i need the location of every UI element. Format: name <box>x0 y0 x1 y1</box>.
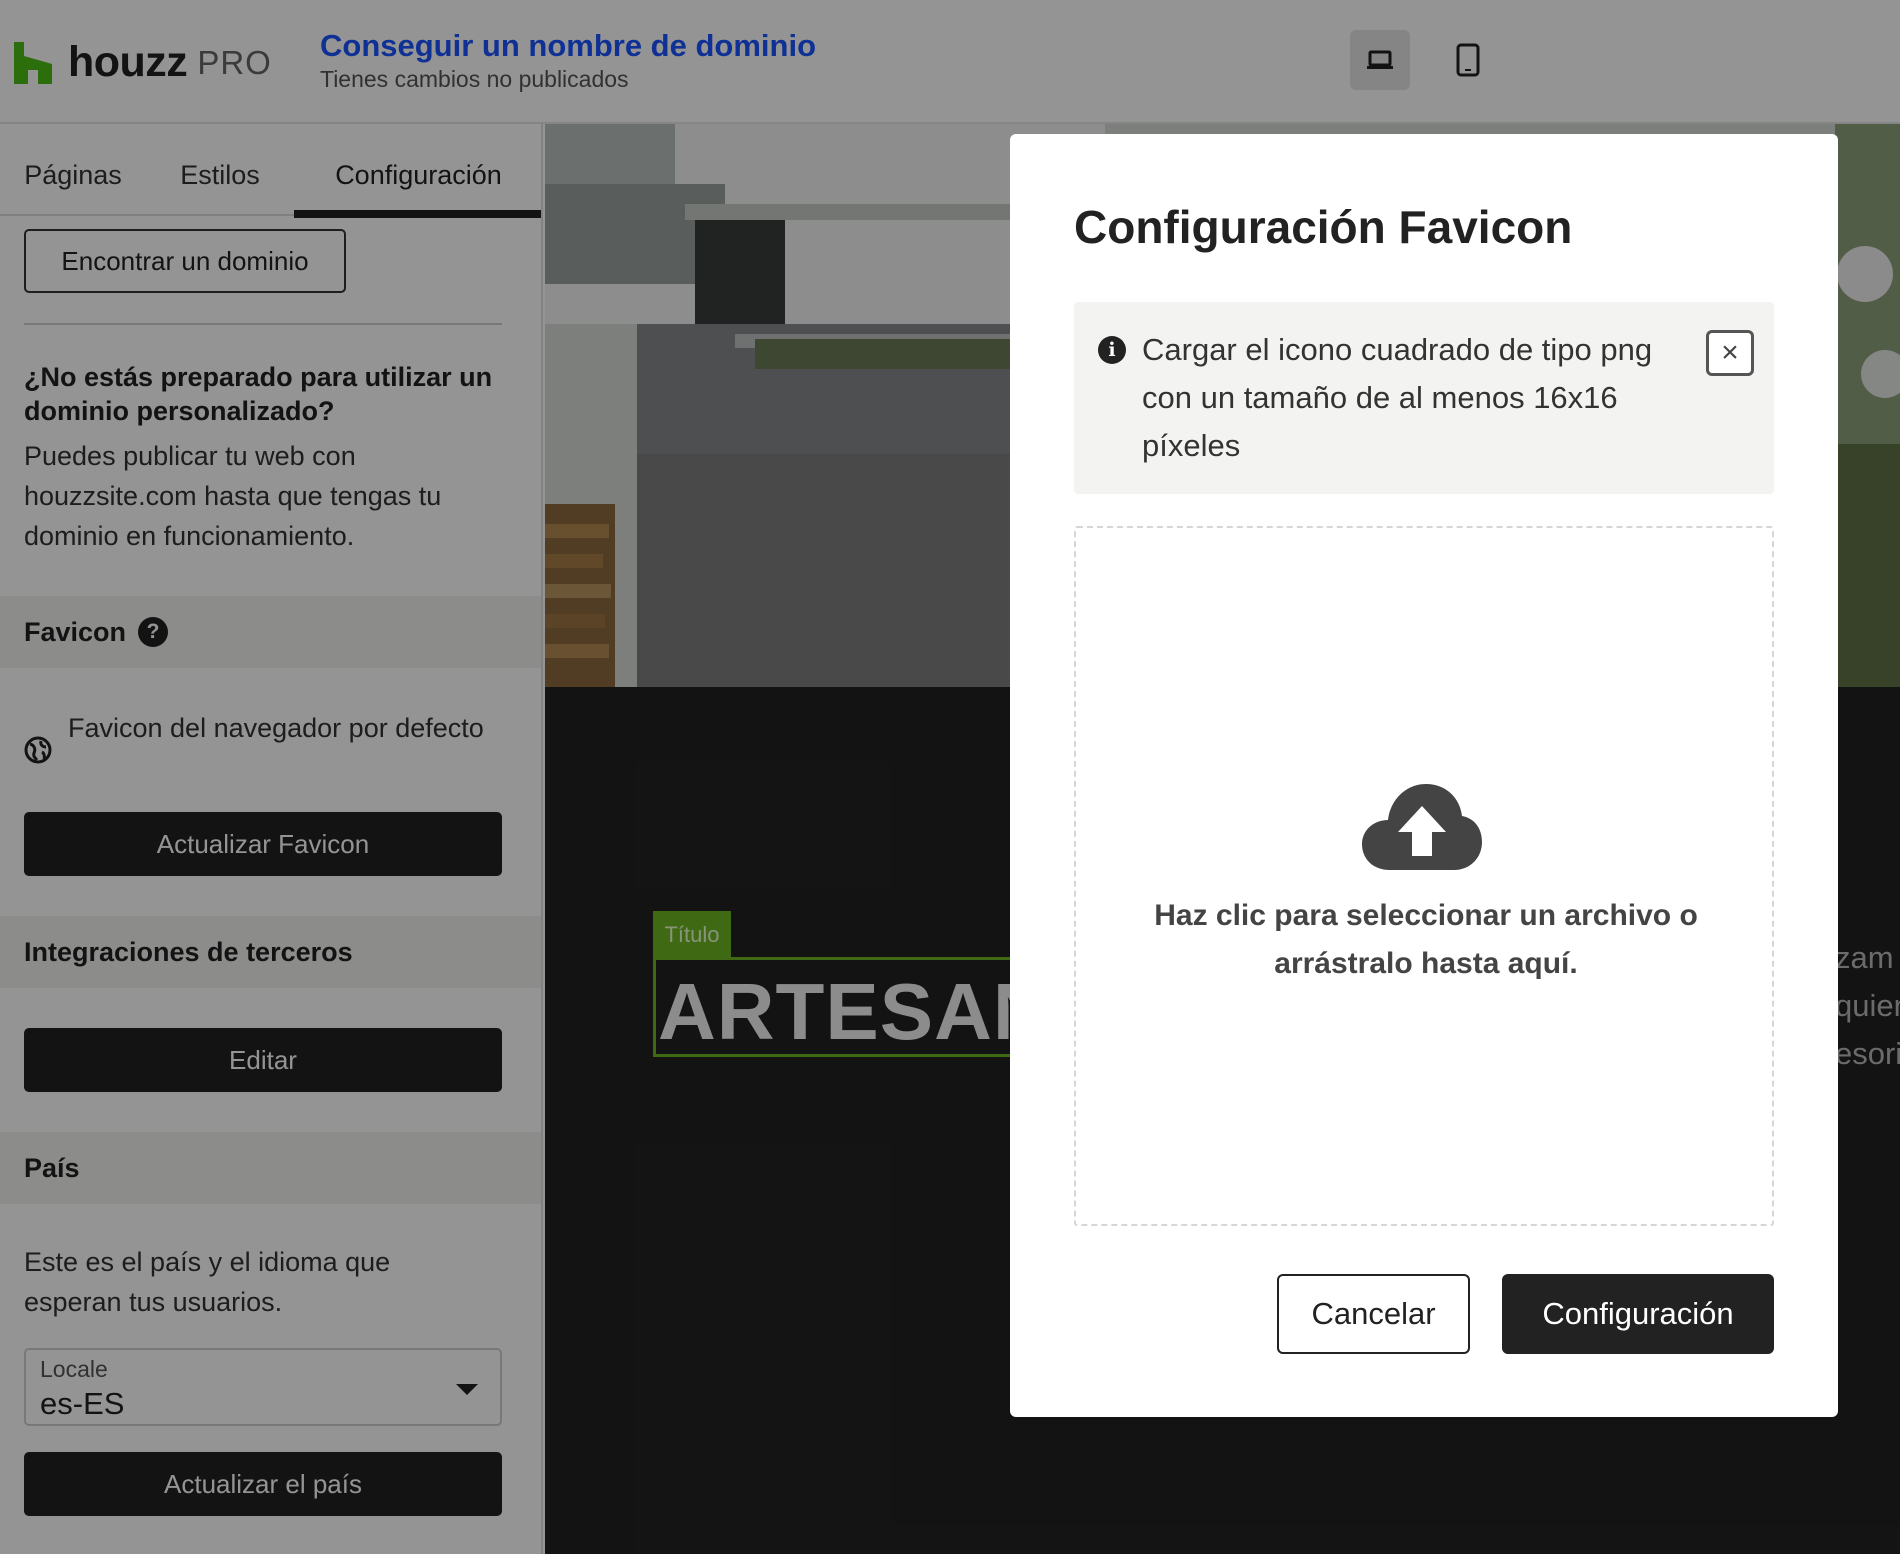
info-icon: i <box>1098 336 1126 364</box>
file-dropzone[interactable]: Haz clic para seleccionar un archivo o a… <box>1074 526 1774 1226</box>
dialog-title: Configuración Favicon <box>1074 201 1573 253</box>
notice-text: Cargar el icono cuadrado de tipo png con… <box>1142 332 1653 463</box>
cloud-upload-icon <box>1362 784 1482 870</box>
dropzone-instructions: Haz clic para seleccionar un archivo o a… <box>1154 899 1698 980</box>
info-notice: i Cargar el icono cuadrado de tipo png c… <box>1074 302 1774 494</box>
close-icon[interactable]: × <box>1706 330 1754 376</box>
favicon-settings-dialog: Configuración Favicon i Cargar el icono … <box>1010 134 1838 1417</box>
cancel-button[interactable]: Cancelar <box>1277 1274 1470 1354</box>
confirm-settings-button[interactable]: Configuración <box>1502 1274 1774 1354</box>
